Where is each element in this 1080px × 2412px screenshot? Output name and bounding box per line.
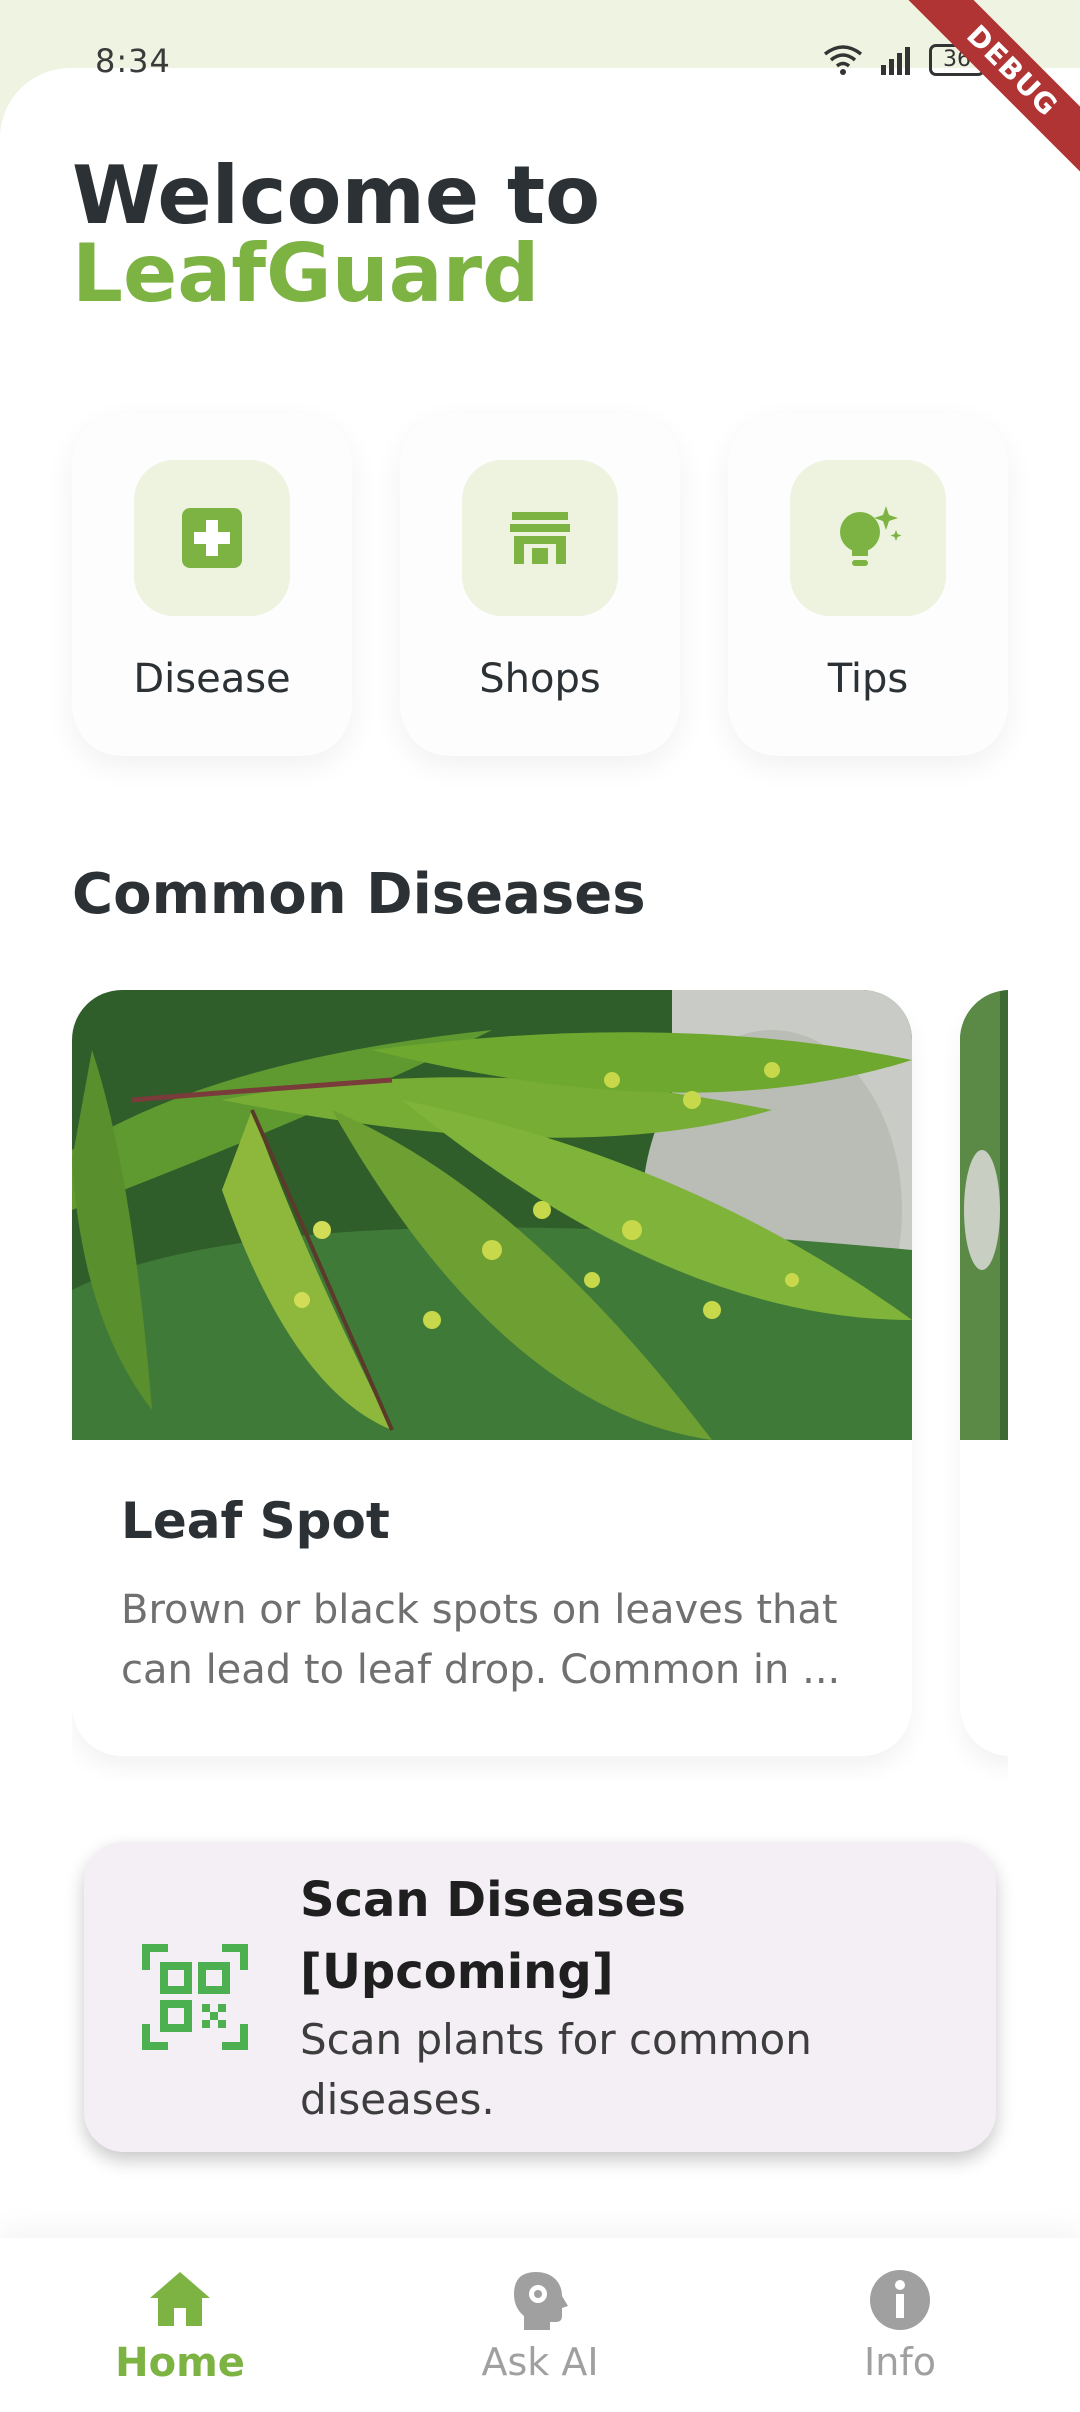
nav-home-label: Home <box>115 2340 245 2386</box>
disease-card-next[interactable] <box>960 990 1008 1756</box>
disease-image-next <box>960 990 1008 1440</box>
disease-label: Disease <box>133 656 291 702</box>
section-title: Common Diseases <box>72 862 646 927</box>
disease-card[interactable]: Leaf Spot Brown or black spots on leaves… <box>72 990 912 1756</box>
scan-subtitle: Scan plants for common diseases. <box>300 2015 812 2124</box>
home-icon <box>150 2272 210 2326</box>
nav-info-label: Info <box>864 2340 936 2384</box>
lightbulb-icon <box>840 506 902 566</box>
tips-icon-box <box>790 460 946 616</box>
wifi-icon <box>823 45 863 75</box>
ai-head-icon <box>514 2272 568 2330</box>
medical-plus-icon <box>182 508 242 568</box>
signal-icon <box>881 47 910 75</box>
disease-icon-box <box>134 460 290 616</box>
brand-heading: LeafGuard <box>72 227 540 320</box>
disease-button[interactable]: Disease <box>72 414 352 756</box>
app-screen: 8:34 36 DEBUG Welcome to LeafGuard Disea… <box>0 0 1080 2412</box>
nav-ask-ai-label: Ask AI <box>481 2340 599 2384</box>
storefront-icon <box>510 512 570 564</box>
shops-icon-box <box>462 460 618 616</box>
qr-scan-icon <box>142 1944 248 2050</box>
shops-label: Shops <box>479 656 601 702</box>
status-time: 8:34 <box>95 42 171 80</box>
scan-diseases-card[interactable]: Scan Diseases [Upcoming] Scan plants for… <box>84 1842 996 2152</box>
quick-actions: Disease Shops Tips <box>72 414 1008 756</box>
disease-image <box>72 990 912 1440</box>
tips-button[interactable]: Tips <box>728 414 1008 756</box>
tips-label: Tips <box>827 656 909 702</box>
disease-description: Brown or black spots on leaves that can … <box>121 1587 841 1693</box>
status-bar: 8:34 36 <box>0 0 1080 120</box>
scan-title: Scan Diseases [Upcoming] <box>300 1872 686 2000</box>
shops-button[interactable]: Shops <box>400 414 680 756</box>
nav-home[interactable]: Home <box>0 2238 360 2412</box>
nav-info[interactable]: Info <box>720 2238 1080 2412</box>
disease-carousel[interactable]: Leaf Spot Brown or black spots on leaves… <box>72 990 1008 1782</box>
info-icon <box>870 2270 930 2330</box>
disease-name: Leaf Spot <box>121 1492 390 1550</box>
bottom-nav: Home Ask AI Info <box>0 2238 1080 2412</box>
nav-ask-ai[interactable]: Ask AI <box>360 2238 720 2412</box>
